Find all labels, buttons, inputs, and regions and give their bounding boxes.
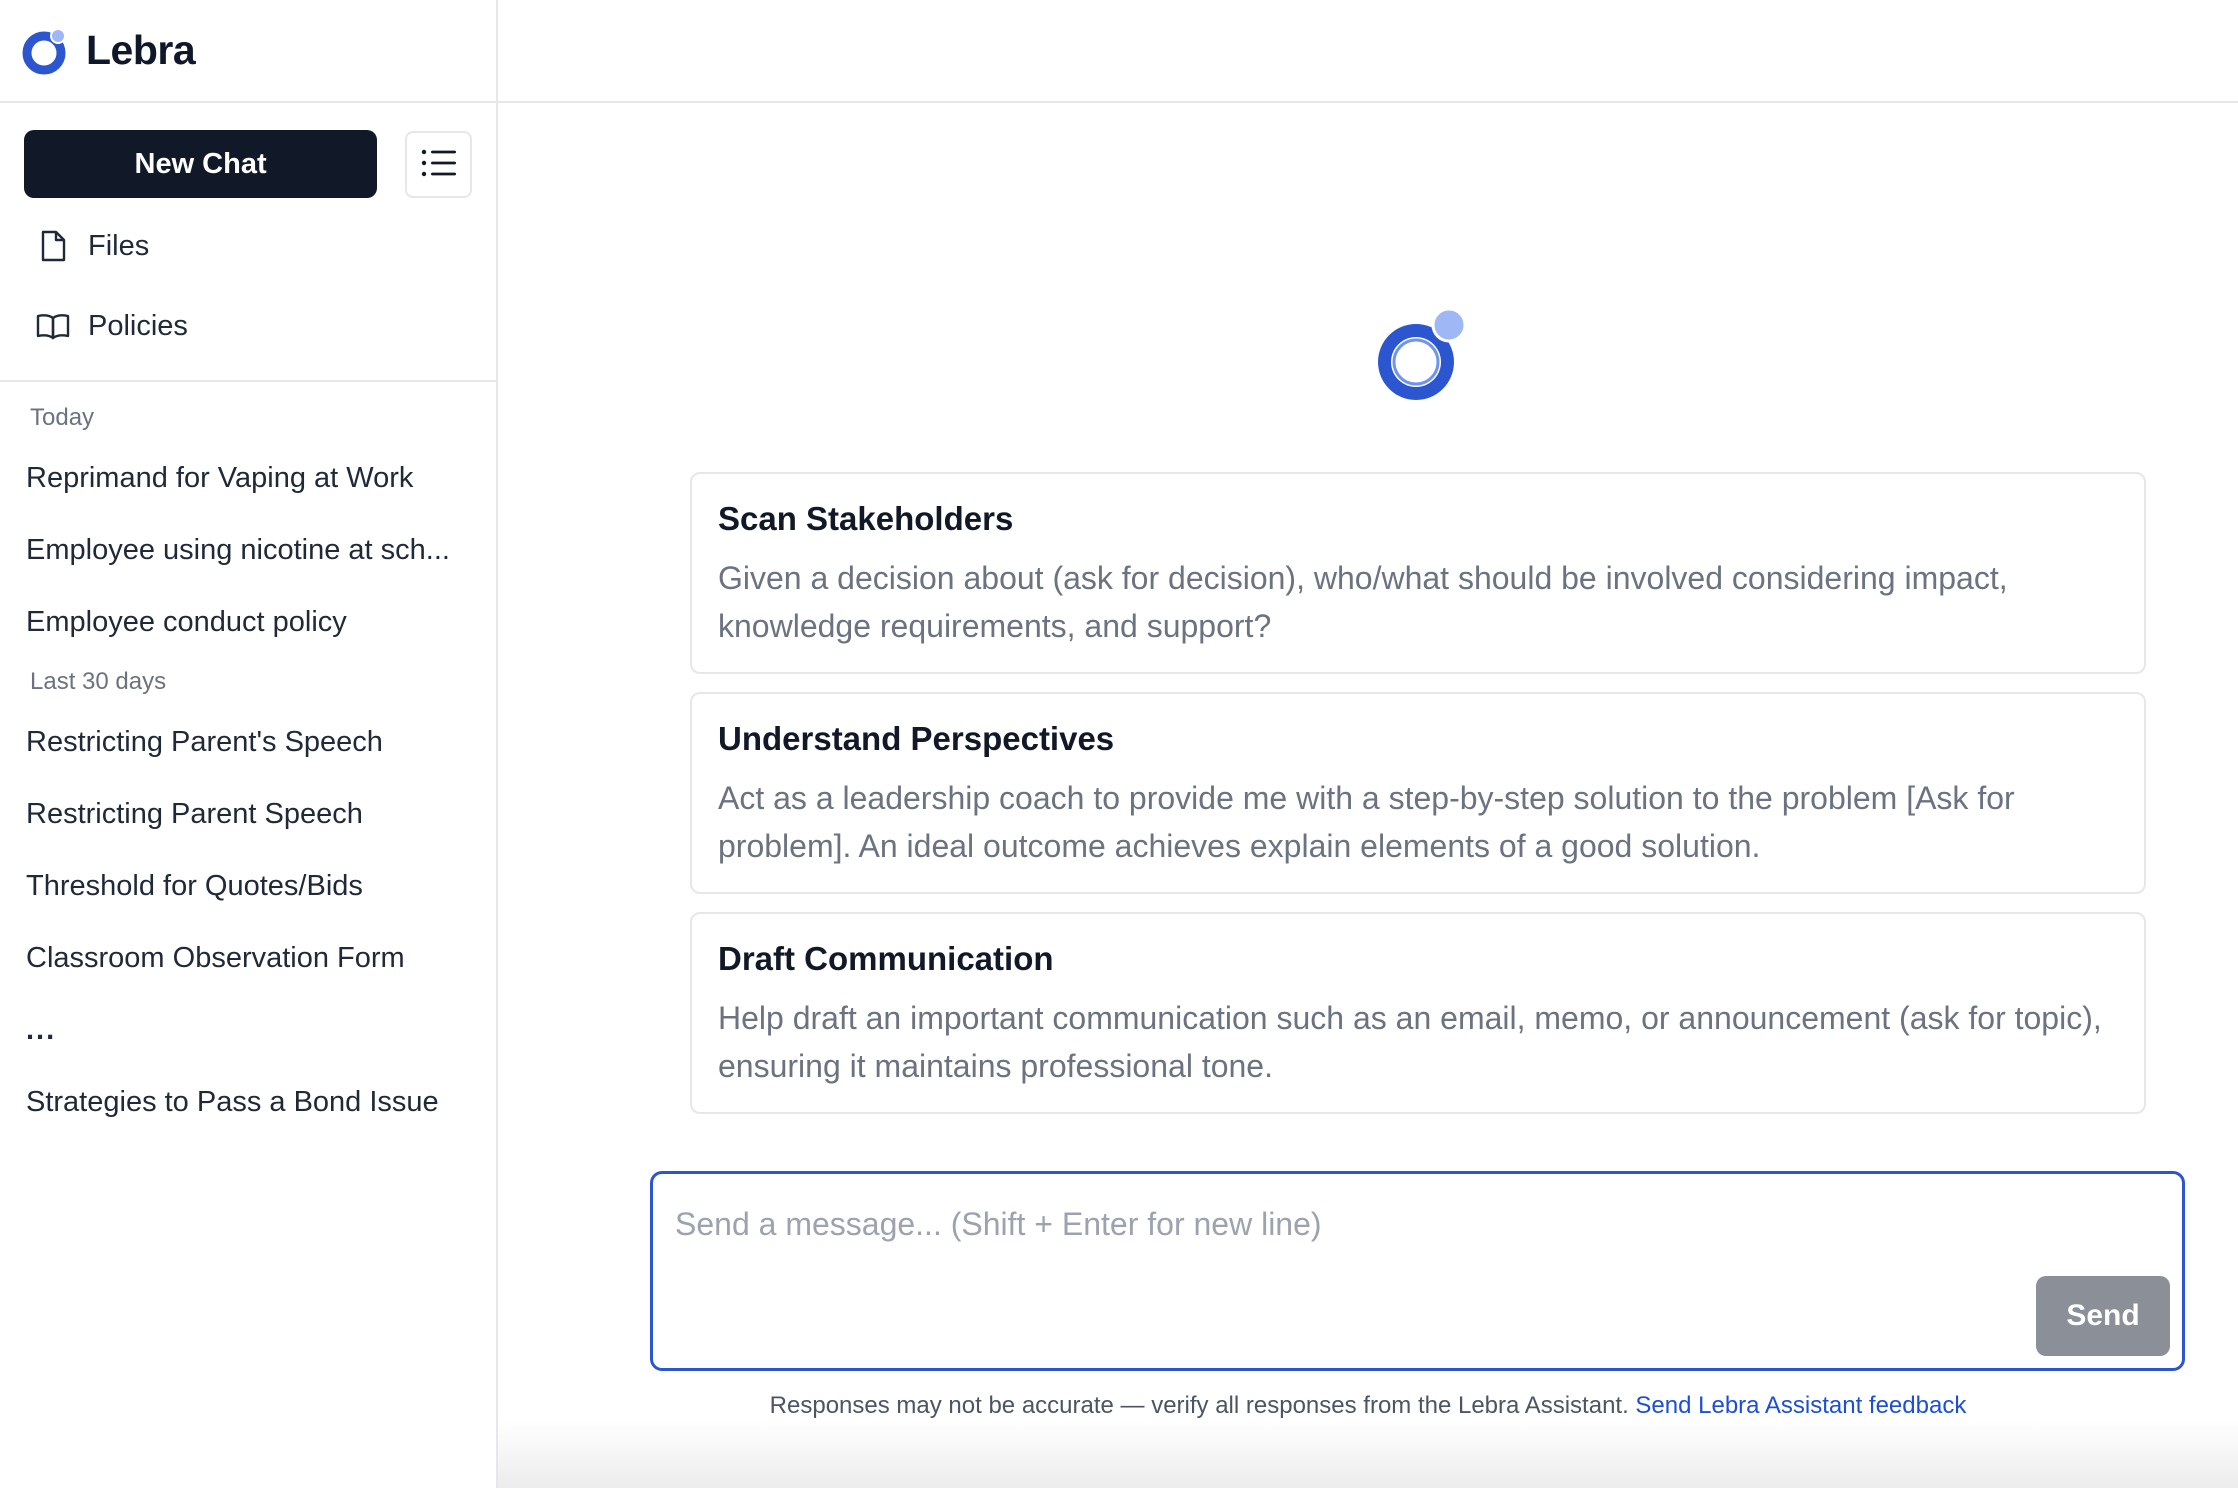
history-item[interactable]: Strategies to Pass a Bond Issue xyxy=(0,1066,496,1138)
history-item[interactable]: Employee conduct policy xyxy=(0,586,496,658)
history-section-label: Today xyxy=(30,404,95,431)
history-item[interactable]: Reprimand for Vaping at Work xyxy=(0,442,496,514)
message-composer: Send xyxy=(650,1171,2185,1371)
sidebar-item-files[interactable]: Files xyxy=(0,206,496,286)
prompt-cards: Scan Stakeholders Given a decision about… xyxy=(690,472,2146,1132)
history-item[interactable]: Employee using nicotine at sch... xyxy=(0,514,496,586)
chat-history: Today Reprimand for Vaping at Work Emplo… xyxy=(0,382,496,1138)
message-input[interactable] xyxy=(675,1194,1975,1254)
history-item[interactable]: Classroom Observation Form xyxy=(0,922,496,994)
sidebar-actions: New Chat xyxy=(0,103,496,198)
card-description: Given a decision about (ask for decision… xyxy=(718,560,2008,644)
lebra-logo-icon[interactable] xyxy=(20,26,70,76)
prompt-card-draft-communication[interactable]: Draft Communication Help draft an import… xyxy=(690,912,2146,1114)
top-bar xyxy=(498,0,2238,103)
card-description: Help draft an important communication su… xyxy=(718,1000,2102,1084)
history-item[interactable]: Restricting Parent's Speech xyxy=(0,706,496,778)
sidebar-item-policies[interactable]: Policies xyxy=(0,286,496,366)
prompt-card-scan-stakeholders[interactable]: Scan Stakeholders Given a decision about… xyxy=(690,472,2146,674)
book-icon xyxy=(36,309,70,343)
file-icon xyxy=(36,229,70,263)
card-title: Understand Perspectives xyxy=(718,720,1115,757)
send-button[interactable]: Send xyxy=(2036,1276,2170,1356)
sidebar-nav: Files Policies xyxy=(0,206,496,382)
app-window: Lebra New Chat Files Policies Today Repr… xyxy=(0,0,2238,1488)
menu-toggle-button[interactable] xyxy=(405,130,472,198)
list-icon xyxy=(421,148,457,181)
prompt-card-understand-perspectives[interactable]: Understand Perspectives Act as a leaders… xyxy=(690,692,2146,894)
disclaimer: Responses may not be accurate — verify a… xyxy=(498,1392,2238,1420)
brand-name: Lebra xyxy=(86,27,196,73)
history-more-item[interactable]: ... xyxy=(0,994,496,1066)
sidebar: Lebra New Chat Files Policies Today Repr… xyxy=(0,0,498,1488)
main-panel: Scan Stakeholders Given a decision about… xyxy=(498,0,2238,1488)
brand-header: Lebra xyxy=(0,0,496,103)
disclaimer-text: Responses may not be accurate — verify a… xyxy=(769,1392,1636,1419)
sidebar-item-label: Policies xyxy=(88,309,188,342)
history-item[interactable]: Threshold for Quotes/Bids xyxy=(0,850,496,922)
history-section-label: Last 30 days xyxy=(30,668,167,695)
card-title: Draft Communication xyxy=(718,940,1054,977)
card-title: Scan Stakeholders xyxy=(718,500,1014,537)
history-item[interactable]: Restricting Parent Speech xyxy=(0,778,496,850)
card-description: Act as a leadership coach to provide me … xyxy=(718,780,2015,864)
new-chat-button[interactable]: New Chat xyxy=(24,130,378,198)
sidebar-item-label: Files xyxy=(88,229,150,262)
bottom-shadow xyxy=(498,1420,2238,1488)
lebra-hero-logo-icon xyxy=(1370,306,1474,410)
feedback-link[interactable]: Send Lebra Assistant feedback xyxy=(1635,1392,1966,1419)
